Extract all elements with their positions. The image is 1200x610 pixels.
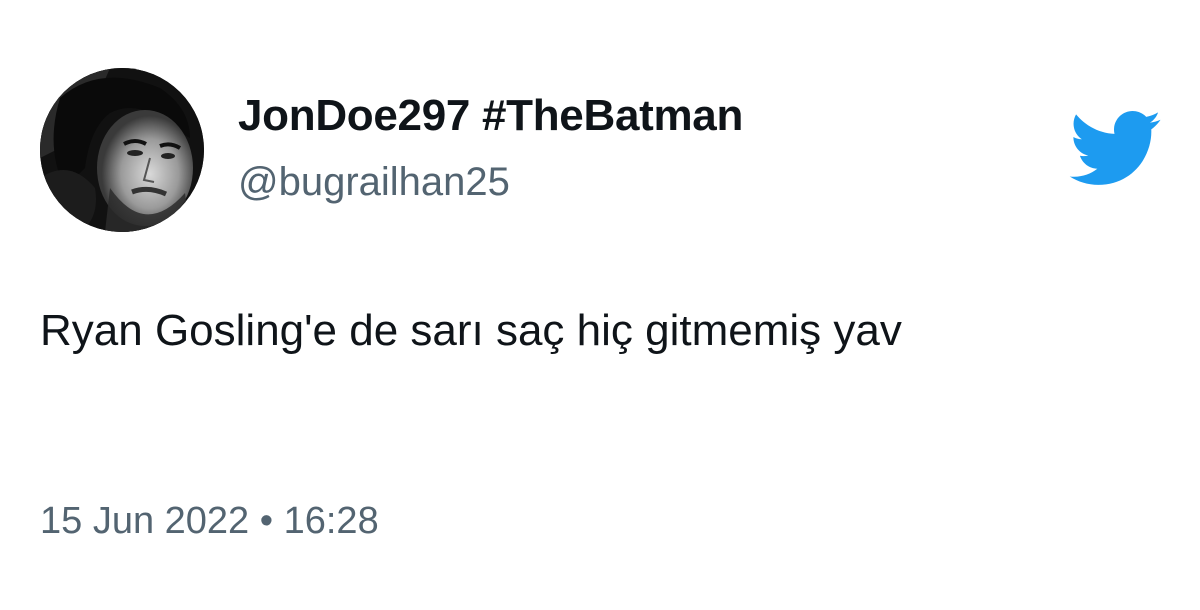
avatar[interactable] [40, 68, 204, 232]
display-name[interactable]: JonDoe297 #TheBatman [238, 94, 743, 138]
tweet-timestamp[interactable]: 15 Jun 2022 • 16:28 [40, 502, 379, 540]
tweet-card: JonDoe297 #TheBatman @bugrailhan25 Ryan … [0, 0, 1200, 610]
tweet-text: Ryan Gosling'e de sarı saç hiç gitmemiş … [40, 306, 902, 355]
twitter-bird-icon [1066, 108, 1162, 188]
twitter-bird-shape [1069, 111, 1161, 185]
user-handle[interactable]: @bugrailhan25 [238, 162, 510, 202]
avatar-photo [40, 68, 204, 232]
